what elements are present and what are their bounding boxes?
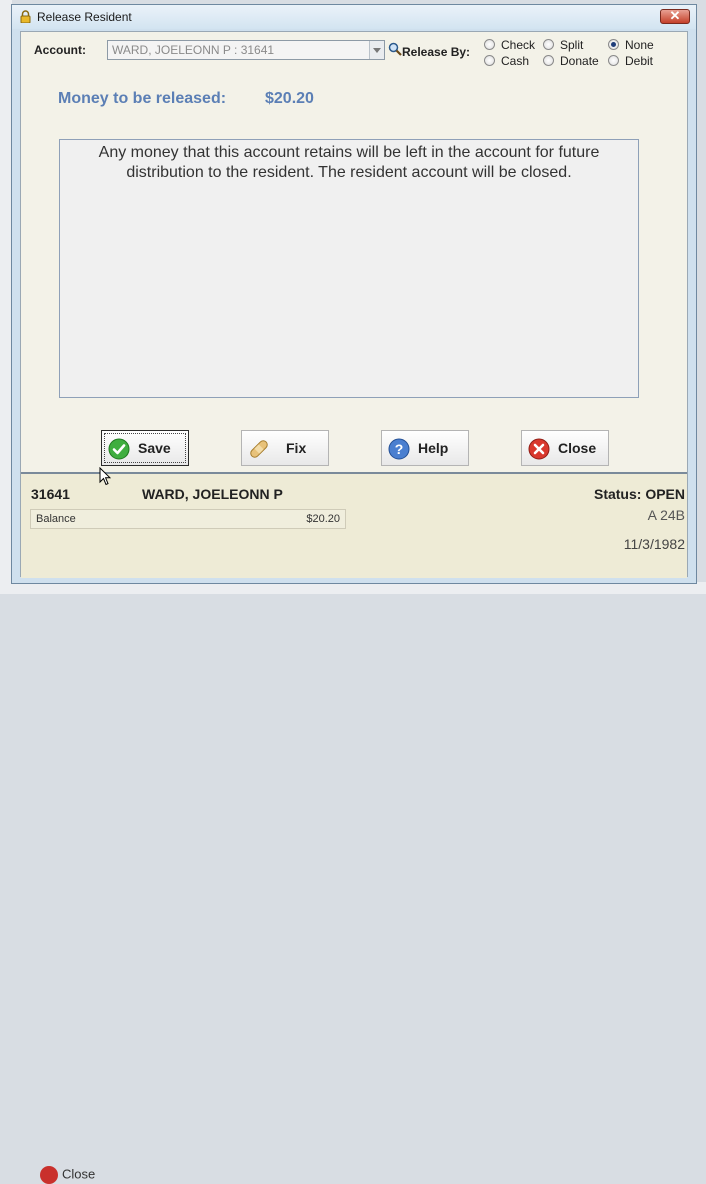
chevron-down-icon[interactable] [369,41,384,59]
radio-button[interactable] [608,55,619,66]
radio-none[interactable]: None [608,38,654,52]
resident-id: 31641 [31,486,70,502]
svg-text:?: ? [395,441,404,457]
radio-button[interactable] [484,55,495,66]
search-icon[interactable] [388,42,402,56]
radio-split[interactable]: Split [543,38,583,52]
close-icon [528,438,550,460]
radio-button[interactable] [543,39,554,50]
radio-button[interactable] [608,39,619,50]
release-by-label: Release By: [402,45,471,59]
balance-row: Balance $20.20 [30,509,346,529]
resident-name: WARD, JOELEONN P [142,486,283,502]
radio-donate[interactable]: Donate [543,54,599,68]
radio-check[interactable]: Check [484,38,535,52]
balance-label: Balance [36,513,76,525]
radio-debit[interactable]: Debit [608,54,653,68]
bandage-icon [250,440,268,458]
release-resident-dialog: Release Resident ✕ Account: WARD, JOELEO… [11,4,697,584]
account-label: Account: [34,43,86,57]
dialog-body: Account: WARD, JOELEONN P : 31641 Releas… [20,31,688,578]
fix-button[interactable]: Fix [241,430,329,466]
status-badge: Status: OPEN [593,486,685,502]
close-button[interactable]: Close [521,430,609,466]
message-text: Any money that this account retains will… [98,144,600,181]
resident-summary-panel: 31641 WARD, JOELEONN P Status: OPEN Bala… [21,472,687,578]
close-icon: ✕ [669,8,681,23]
help-icon: ? [388,438,410,460]
money-label: Money to be released: [58,90,227,107]
close-icon [40,1166,58,1184]
radio-button[interactable] [543,55,554,66]
background-close-button[interactable]: Close [40,1166,95,1184]
message-box: Any money that this account retains will… [59,139,639,398]
window-close-button[interactable]: ✕ [660,8,690,24]
title-bar[interactable]: Release Resident ✕ [12,5,696,29]
lock-icon [20,10,31,23]
checkmark-icon [108,438,130,460]
resident-date: 11/3/1982 [623,536,685,552]
account-value: WARD, JOELEONN P : 31641 [112,43,275,57]
help-button[interactable]: ? Help [381,430,469,466]
money-value: $20.20 [265,90,314,107]
resident-location: A 24B [647,507,685,523]
balance-value: $20.20 [306,513,340,525]
radio-cash[interactable]: Cash [484,54,529,68]
window-title: Release Resident [37,10,132,24]
save-button[interactable]: Save [101,430,189,466]
mouse-cursor-icon [99,467,111,486]
account-dropdown[interactable]: WARD, JOELEONN P : 31641 [107,40,385,60]
radio-button[interactable] [484,39,495,50]
